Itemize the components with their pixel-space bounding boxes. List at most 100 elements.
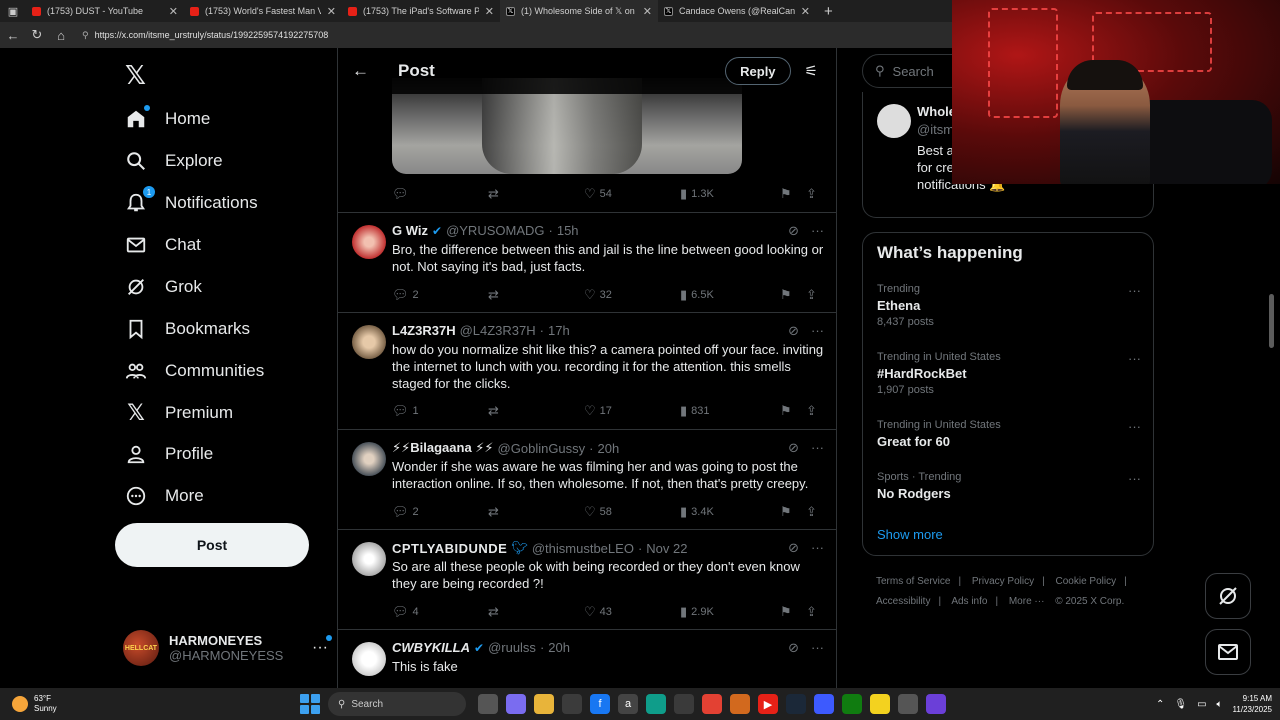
grok-icon[interactable]: ⊘ <box>788 323 799 339</box>
nav-notifications[interactable]: 1 Notifications <box>125 186 258 220</box>
avatar[interactable] <box>877 104 911 138</box>
url-field[interactable]: ⚲ https://x.com/itsme_urstruly/status/19… <box>78 25 938 45</box>
more-dots-icon[interactable]: ··· <box>312 635 332 657</box>
browser-tab[interactable]: (1753) DUST - YouTube ✕ <box>26 0 184 22</box>
timestamp[interactable]: 17h <box>548 323 570 338</box>
avatar[interactable] <box>352 325 386 359</box>
repost-action[interactable]: ⇄ <box>488 287 584 303</box>
footer-link[interactable]: Cookie Policy <box>1056 576 1117 587</box>
reply-item[interactable]: ⚡⚡Bilagaana ⚡⚡ @GoblinGussy · 20h ⊘ ··· W… <box>338 430 836 530</box>
views-action[interactable]: ▮ 6.5K <box>680 287 780 303</box>
bookmark-action[interactable]: ⚑ <box>780 186 806 202</box>
browser-tab[interactable]: (1753) The iPad's Software Proble ✕ <box>342 0 500 22</box>
bookmark-action[interactable]: ⚑ <box>780 504 806 520</box>
microphone-icon[interactable]: 🎙︎ <box>1174 699 1187 710</box>
author-name[interactable]: L4Z3R37H <box>392 323 456 338</box>
share-action[interactable]: ⇪ <box>806 287 817 303</box>
author-name[interactable]: CWBYKILLA <box>392 640 470 655</box>
footer-link[interactable]: More ··· <box>1009 596 1045 607</box>
nav-explore[interactable]: Explore <box>125 144 223 178</box>
account-switcher[interactable]: HELLCAT HARMONEYES @HARMONEYESS ··· <box>123 628 332 668</box>
reply-item[interactable]: CWBYKILLA ✔ @ruulss · 20h ⊘ ··· This is f… <box>338 630 836 688</box>
page-scrollbar[interactable] <box>1269 294 1274 348</box>
close-tab-icon[interactable]: ✕ <box>169 5 178 18</box>
bookmark-action[interactable]: ⚑ <box>780 287 806 303</box>
reply-item[interactable]: CPTLYABIDUNDE 🐦︎ @thismustbeLEO · Nov 22… <box>338 530 836 630</box>
tab-actions-icon[interactable]: ▣ <box>0 0 26 22</box>
cortana-icon[interactable] <box>926 694 946 714</box>
nav-chat[interactable]: Chat <box>125 228 201 262</box>
author-name[interactable]: G Wiz <box>392 223 428 238</box>
author-name[interactable]: ⚡⚡Bilagaana ⚡⚡ <box>392 440 494 456</box>
obs-icon[interactable] <box>898 694 918 714</box>
timestamp[interactable]: 15h <box>557 223 579 238</box>
more-dots-icon[interactable]: ··· <box>811 323 824 339</box>
share-action[interactable]: ⇪ <box>806 186 817 202</box>
reply-action[interactable]: 💬︎ 2 <box>392 287 488 303</box>
repost-action[interactable]: ⇄ <box>488 604 584 620</box>
views-action[interactable]: ▮ 3.4K <box>680 504 780 520</box>
reply-action[interactable]: 💬︎ 4 <box>392 604 488 620</box>
more-dots-icon[interactable]: ··· <box>1128 283 1141 298</box>
x-logo-icon[interactable]: 𝕏 <box>125 60 146 91</box>
grok-icon[interactable]: ⊘ <box>788 540 799 556</box>
filter-icon[interactable]: ⚟ <box>805 62 818 80</box>
volume-icon[interactable]: 🔈︎ <box>1217 699 1223 710</box>
browser-tab[interactable]: (1753) World's Fastest Man Vs Ro ✕ <box>184 0 342 22</box>
facebook-icon[interactable]: f <box>590 694 610 714</box>
notes-icon[interactable] <box>870 694 890 714</box>
more-dots-icon[interactable]: ··· <box>811 540 824 556</box>
grok-icon[interactable]: ⊘ <box>788 223 799 239</box>
avatar[interactable] <box>352 642 386 676</box>
calculator-icon[interactable] <box>674 694 694 714</box>
share-action[interactable]: ⇪ <box>806 504 817 520</box>
trend-item[interactable]: Trending in United States Great for 60 ·… <box>877 419 1141 449</box>
footer-link[interactable]: Ads info <box>951 596 987 607</box>
grok-icon[interactable]: ⊘ <box>788 640 799 656</box>
author-handle[interactable]: @thismustbeLEO <box>532 541 634 556</box>
footer-link[interactable]: Privacy Policy <box>972 576 1034 587</box>
taskbar-search[interactable]: ⚲ Search <box>328 692 466 716</box>
avatar[interactable] <box>352 442 386 476</box>
file-explorer-icon[interactable] <box>534 694 554 714</box>
more-dots-icon[interactable]: ··· <box>1128 471 1141 486</box>
reload-icon[interactable]: ↻ <box>30 27 44 43</box>
show-more-link[interactable]: Show more <box>877 527 943 542</box>
back-icon[interactable]: ← <box>6 28 20 43</box>
author-name[interactable]: CPTLYABIDUNDE <box>392 541 507 556</box>
avatar[interactable] <box>352 542 386 576</box>
edge-icon[interactable] <box>646 694 666 714</box>
app-icon[interactable] <box>814 694 834 714</box>
more-dots-icon[interactable]: ··· <box>811 440 824 456</box>
trend-item[interactable]: Trending Ethena 8,437 posts ··· <box>877 283 1141 328</box>
messages-button[interactable] <box>1205 629 1251 675</box>
like-action[interactable]: ♡ 54 <box>584 186 680 202</box>
nav-more[interactable]: More <box>125 479 204 513</box>
nav-profile[interactable]: Profile <box>125 437 213 471</box>
author-handle[interactable]: @YRUSOMADG <box>446 223 544 238</box>
nav-communities[interactable]: Communities <box>125 354 264 388</box>
author-handle[interactable]: @GoblinGussy <box>498 441 586 456</box>
more-dots-icon[interactable]: ··· <box>811 223 824 239</box>
like-action[interactable]: ♡ 58 <box>584 504 680 520</box>
author-handle[interactable]: @L4Z3R37H <box>460 323 536 338</box>
reply-item[interactable]: G Wiz ✔ @YRUSOMADG · 15h ⊘ ··· Bro, the d… <box>338 213 836 313</box>
close-tab-icon[interactable]: ✕ <box>485 5 494 18</box>
repost-action[interactable]: ⇄ <box>488 504 584 520</box>
reply-action[interactable]: 💬︎ 2 <box>392 504 488 520</box>
vlc-icon[interactable] <box>730 694 750 714</box>
reply-button[interactable]: Reply <box>725 57 791 85</box>
grok-button[interactable] <box>1205 573 1251 619</box>
grok-icon[interactable]: ⊘ <box>788 440 799 456</box>
nav-premium[interactable]: 𝕏 Premium <box>125 396 233 430</box>
chevron-up-icon[interactable]: ⌃ <box>1156 699 1164 710</box>
footer-link[interactable]: Terms of Service <box>876 576 950 587</box>
browser-tab-active[interactable]: 𝕏 (1) Wholesome Side of 𝕏 on X: " ✕ <box>500 0 658 22</box>
like-action[interactable]: ♡ 43 <box>584 604 680 620</box>
more-dots-icon[interactable]: ··· <box>811 640 824 656</box>
bookmark-action[interactable]: ⚑ <box>780 604 806 620</box>
more-dots-icon[interactable]: ··· <box>1128 419 1141 434</box>
close-tab-icon[interactable]: ✕ <box>801 5 810 18</box>
like-action[interactable]: ♡ 17 <box>584 403 680 419</box>
reply-action[interactable]: 💬︎ 1 <box>392 403 488 419</box>
